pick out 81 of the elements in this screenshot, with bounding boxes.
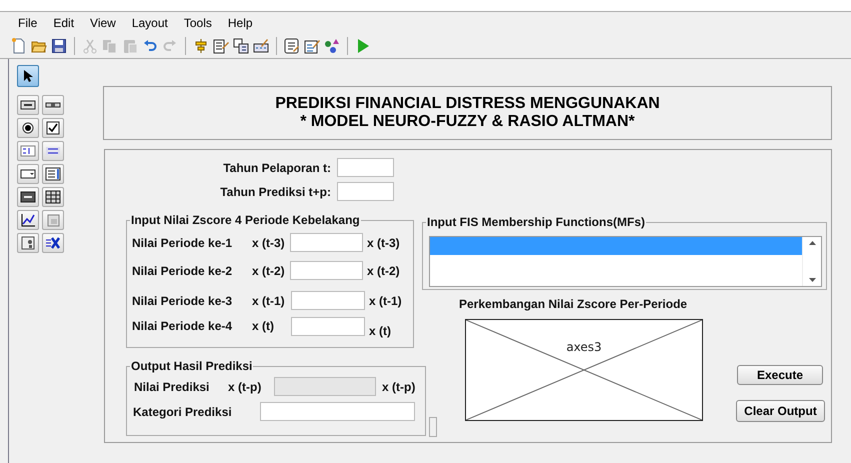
- checkbox-icon: [45, 121, 61, 135]
- title-text: * MODEL NEURO-FUZZY & RASIO ALTMAN*: [300, 113, 635, 131]
- panel-icon: [45, 213, 61, 227]
- shapes-icon[interactable]: [324, 38, 340, 54]
- field-label: Nilai Periode ke-2: [132, 264, 234, 278]
- push-button[interactable]: Execute: [737, 365, 823, 385]
- menu-item[interactable]: View: [82, 16, 124, 30]
- axes-title: Perkembangan Nilai Zscore Per-Periode: [459, 297, 688, 311]
- field-label: Tahun Pelaporan t:: [222, 160, 331, 174]
- menu-item[interactable]: Tools: [176, 16, 220, 30]
- group-title: Output Hasil Prediksi: [130, 359, 254, 373]
- save-icon[interactable]: [51, 38, 67, 54]
- menu-item[interactable]: Edit: [45, 16, 82, 30]
- run-icon[interactable]: [355, 38, 371, 54]
- palette-tool[interactable]: [17, 187, 39, 207]
- push-button[interactable]: Clear Output: [736, 400, 825, 422]
- table-icon: [45, 190, 61, 204]
- axes-tag: axes3: [466, 340, 702, 354]
- palette-tool[interactable]: [17, 65, 39, 87]
- unit-label: x (t-1): [252, 294, 286, 308]
- input-field[interactable]: [260, 402, 415, 421]
- unit-label: x (t): [252, 319, 275, 333]
- input-field[interactable]: [337, 158, 394, 177]
- unit-label: x (t-2): [367, 264, 400, 278]
- popup-menu-icon: [20, 167, 36, 181]
- unit-label: x (t-2): [252, 264, 286, 278]
- scroll-down-icon[interactable]: [808, 278, 816, 282]
- plot-icon: [20, 213, 36, 227]
- undo-icon[interactable]: [142, 38, 158, 54]
- palette-tool[interactable]: [17, 95, 39, 115]
- menu-item[interactable]: File: [10, 16, 46, 30]
- unit-label: x (t-p): [228, 380, 262, 394]
- input-field[interactable]: [291, 291, 365, 310]
- field-label: Kategori Prediksi: [133, 404, 233, 418]
- tab-order-icon[interactable]: [233, 38, 249, 54]
- property-inspector-icon[interactable]: [304, 38, 320, 54]
- palette-tool[interactable]: [42, 95, 64, 115]
- input-field[interactable]: [337, 182, 394, 201]
- toolbar-editor-icon[interactable]: [253, 38, 269, 54]
- field-label: Nilai Periode ke-3: [132, 294, 234, 308]
- listbox-icon: [45, 167, 61, 181]
- editor-icon[interactable]: [284, 38, 300, 54]
- unit-label: x (t-p): [382, 380, 416, 394]
- unit-label: x (t-3): [252, 236, 286, 250]
- unit-label: x (t): [369, 324, 391, 338]
- menu-item[interactable]: Layout: [124, 16, 176, 30]
- static-text-icon: [45, 144, 61, 158]
- activex-icon: [45, 236, 61, 250]
- field-label: Nilai Periode ke-1: [132, 236, 234, 250]
- palette-tool[interactable]: [17, 118, 39, 138]
- button-group-icon: [20, 236, 36, 250]
- palette-tool[interactable]: [42, 187, 64, 207]
- field-label: Tahun Prediksi t+p:: [219, 184, 331, 198]
- toggle-button-icon: [20, 190, 36, 204]
- field-label: Nilai Prediksi: [134, 380, 210, 394]
- palette-tool[interactable]: [42, 164, 64, 184]
- menu-item[interactable]: Help: [220, 16, 261, 30]
- new-file-icon[interactable]: [11, 38, 27, 54]
- unit-label: x (t-3): [367, 236, 400, 250]
- field-label: Nilai Periode ke-4: [132, 319, 234, 333]
- input-field[interactable]: [290, 261, 363, 280]
- scroll-up-icon[interactable]: [808, 241, 816, 245]
- input-field[interactable]: [291, 316, 365, 336]
- push-button-icon: [20, 98, 36, 112]
- radio-button-icon: [20, 121, 36, 135]
- palette-tool[interactable]: [17, 141, 39, 161]
- group-title: Input Nilai Zscore 4 Periode Kebelakang: [130, 213, 361, 227]
- menu-editor-icon[interactable]: [213, 38, 229, 54]
- edit-text-icon: [20, 144, 36, 158]
- palette-tool[interactable]: [17, 164, 39, 184]
- palette-tool[interactable]: [42, 141, 64, 161]
- palette-tool[interactable]: [42, 233, 64, 253]
- title-text: PREDIKSI FINANCIAL DISTRESS MENGGUNAKAN: [275, 95, 660, 113]
- palette-tool[interactable]: [42, 118, 64, 138]
- unit-label: x (t-1): [369, 294, 402, 308]
- group-title: Input FIS Membership Functions(MFs): [426, 215, 646, 229]
- palette-tool[interactable]: [17, 210, 39, 230]
- align-icon[interactable]: [193, 38, 209, 54]
- slider-control[interactable]: [429, 417, 437, 437]
- palette-tool[interactable]: [17, 233, 39, 253]
- input-field[interactable]: [290, 233, 363, 252]
